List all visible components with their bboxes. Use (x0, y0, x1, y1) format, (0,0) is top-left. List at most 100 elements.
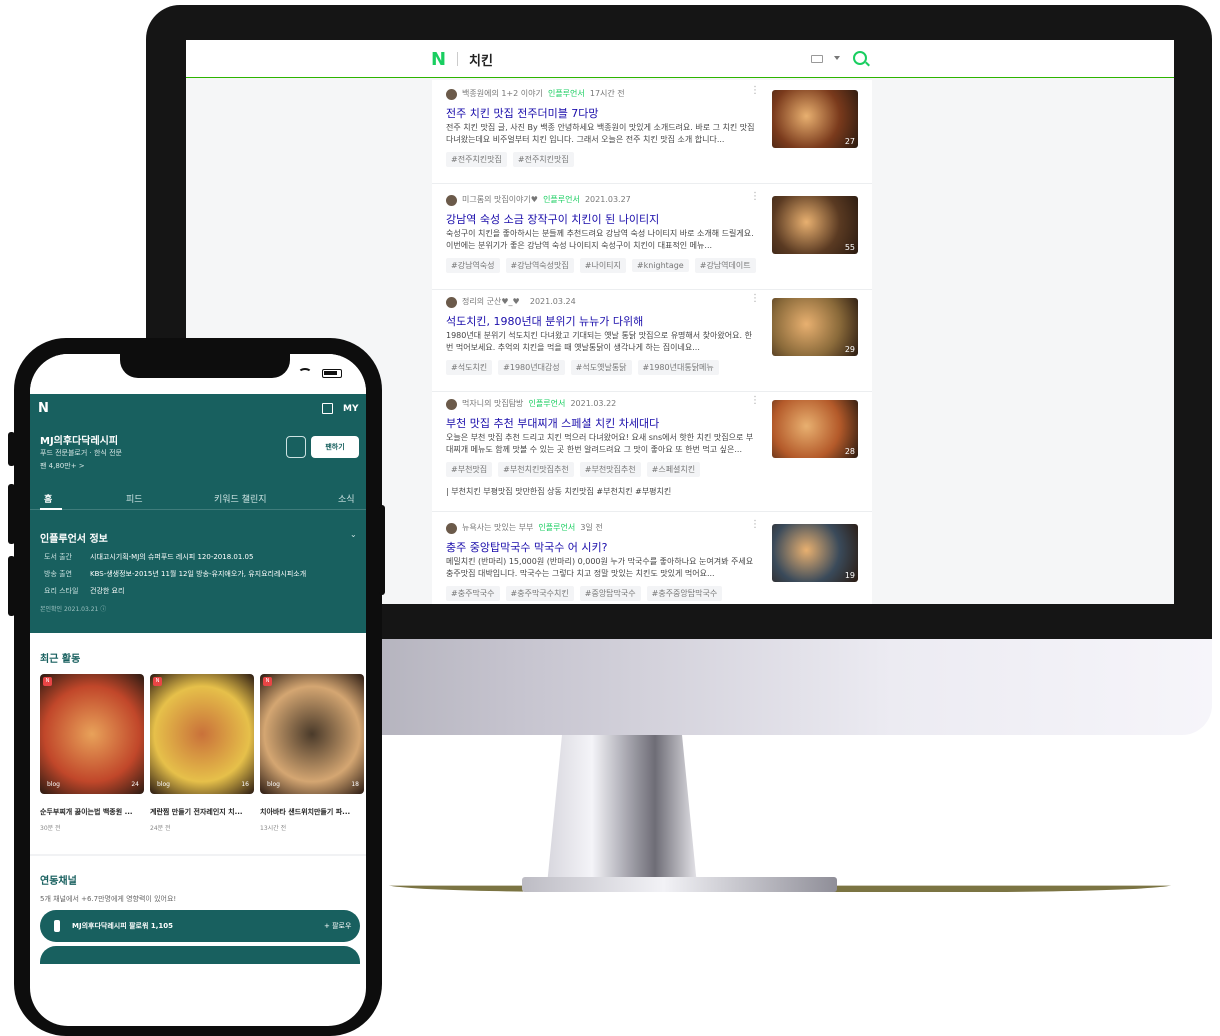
result-tag[interactable]: #강남역데이트 (694, 258, 756, 273)
search-icon[interactable] (853, 51, 867, 65)
author-avatar[interactable] (446, 523, 457, 534)
result-thumbnail[interactable]: 55 (772, 196, 858, 254)
activity-card[interactable]: N blog 16 계란찜 만들기 전자레인지 치... 24분 전 (150, 674, 254, 832)
result-tag[interactable]: #knightage (631, 259, 689, 272)
result-title[interactable]: 충주 중앙탑막국수 막국수 어 시키? (446, 539, 756, 555)
result-item[interactable]: 뉴욕사는 맛있는 부부 인플루언서 3일 전 ⋮ 충주 중앙탑막국수 막국수 어… (432, 514, 872, 604)
header-separator (457, 52, 458, 66)
new-badge: N (153, 677, 162, 686)
linked-channels-subtitle: 5개 채널에서 +6.7만명에게 영향력이 있어요! (40, 895, 177, 903)
result-tag[interactable]: #부천맛집추천 (579, 462, 641, 477)
result-tag[interactable]: #나이티지 (579, 258, 626, 273)
phone-side-button (8, 556, 15, 616)
result-tag[interactable]: #충주막국수 (446, 586, 500, 601)
result-meta: 먹자니의 맛집탐방 인플루언서 2021.03.22 (462, 398, 616, 409)
tab-keyword-challenge[interactable]: 키워드 챌린지 (214, 492, 267, 505)
author-name: 미그롬의 맛집이야기♥ (462, 195, 538, 204)
result-tags: #부천맛집 #부천치킨맛집추천 #부천맛집추천 #스페셜치킨 (446, 462, 706, 477)
photo-count: 24 (131, 781, 139, 788)
result-title[interactable]: 석도치킨, 1980년대 분위기 뉴뉴가 다위해 (446, 313, 756, 329)
info-row-book: 도서 출간 시대고시기획-MJ의 슈퍼푸드 레시피 120-2018.01.05 (44, 553, 254, 561)
post-time: 17시간 전 (589, 89, 625, 98)
channel-item[interactable] (40, 946, 360, 964)
photo-count: 27 (844, 137, 855, 146)
message-button[interactable] (286, 436, 306, 458)
chevron-down-icon[interactable]: ⌄ (350, 530, 357, 539)
linked-channels-title: 연동채널 (40, 876, 77, 887)
activity-caption[interactable]: 치아바타 샌드위치만들기 파... (260, 807, 364, 817)
follow-button[interactable]: 팬하기 (311, 436, 359, 458)
more-options-icon[interactable]: ⋮ (750, 395, 760, 406)
result-thumbnail[interactable]: 28 (772, 400, 858, 458)
result-tag[interactable]: #부천맛집 (446, 462, 493, 477)
activity-image[interactable]: N blog 18 (260, 674, 364, 794)
tab-news[interactable]: 소식 (338, 492, 355, 505)
result-title[interactable]: 전주 치킨 맛집 전주더미블 7다망 (446, 105, 756, 121)
author-name: 먹자니의 맛집탐방 (462, 399, 524, 408)
more-options-icon[interactable]: ⋮ (750, 191, 760, 202)
result-tag[interactable]: #석도치킨 (446, 360, 493, 375)
activity-caption[interactable]: 순두부찌개 끓이는법 백종원 ... (40, 807, 144, 817)
result-thumbnail[interactable]: 19 (772, 524, 858, 582)
result-item[interactable]: 백종원에의 1+2 이야기 인플루언서 17시간 전 ⋮ 전주 치킨 맛집 전주… (432, 80, 872, 184)
naver-logo[interactable]: N (38, 401, 49, 416)
share-icon[interactable] (322, 403, 333, 414)
activity-image[interactable]: N blog 24 (40, 674, 144, 794)
caret-down-icon[interactable] (834, 56, 840, 60)
result-tag[interactable]: #충주중앙탑막국수 (646, 586, 723, 601)
result-tag[interactable]: #강남역숙성 (446, 258, 500, 273)
result-tag[interactable]: #1980년대감성 (498, 360, 565, 375)
photo-count: 19 (844, 571, 855, 580)
battery-icon (322, 369, 342, 378)
result-tag[interactable]: #스페셜치킨 (646, 462, 701, 477)
result-tag[interactable]: #강남역숙성맛집 (505, 258, 574, 273)
result-tag[interactable]: #중앙탑막국수 (579, 586, 641, 601)
result-snippet: 1980년대 분위기 석도치킨 다녀왔고 기대되는 옛날 통닭 맛집으로 유명해… (446, 331, 752, 352)
more-options-icon[interactable]: ⋮ (750, 293, 760, 304)
naver-logo[interactable]: N (431, 49, 446, 70)
activity-time: 24분 전 (150, 825, 171, 832)
keyboard-icon[interactable] (811, 55, 823, 63)
activity-card[interactable]: N blog 18 치아바타 샌드위치만들기 파... 13시간 전 (260, 674, 364, 832)
my-link[interactable]: MY (343, 404, 358, 414)
profile-fans[interactable]: 팬 4,80만+ > (40, 461, 85, 471)
result-snippet: 숙성구이 치킨을 좋아하시는 분들께 추천드려요 강남역 숙성 나이티지 바로 … (446, 229, 754, 250)
search-input[interactable]: 치킨 (469, 50, 493, 69)
photo-count: 55 (844, 243, 855, 252)
search-header: N 치킨 (186, 40, 1174, 78)
tab-home[interactable]: 홈 (44, 492, 52, 505)
activity-caption[interactable]: 계란찜 만들기 전자레인지 치... (150, 807, 254, 817)
result-tag[interactable]: #부천치킨맛집추천 (498, 462, 574, 477)
channel-item[interactable]: MJ의후다닥레시피 팔로워 1,105 + 팔로우 (40, 910, 360, 942)
blog-icon (54, 920, 60, 932)
photo-count: 18 (351, 781, 359, 788)
result-tag[interactable]: #전주치킨맛집 (512, 152, 574, 167)
author-avatar[interactable] (446, 89, 457, 100)
more-options-icon[interactable]: ⋮ (750, 519, 760, 530)
result-tag[interactable]: #충주막국수치킨 (505, 586, 574, 601)
result-tag[interactable]: #전주치킨맛집 (446, 152, 507, 167)
source-label: blog (157, 781, 170, 788)
tab-feed[interactable]: 피드 (126, 492, 143, 505)
author-avatar[interactable] (446, 399, 457, 410)
activity-time: 13시간 전 (260, 825, 287, 832)
author-avatar[interactable] (446, 195, 457, 206)
result-tag[interactable]: #1980년대통닭메뉴 (637, 360, 719, 375)
result-title[interactable]: 부천 맛집 추천 부대찌개 스페셜 치킨 차세대다 (446, 415, 756, 431)
activity-card[interactable]: N blog 24 순두부찌개 끓이는법 백종원 ... 30분 전 (40, 674, 144, 832)
result-item[interactable]: 미그롬의 맛집이야기♥ 인플루언서 2021.03.27 ⋮ 강남역 숙성 소금… (432, 186, 872, 290)
monitor-stand-foot (522, 877, 837, 892)
result-thumbnail[interactable]: 27 (772, 90, 858, 148)
result-item[interactable]: 먹자니의 맛집탐방 인플루언서 2021.03.22 ⋮ 부천 맛집 추천 부대… (432, 390, 872, 512)
profile-tabs: 홈 피드 키워드 챌린지 소식 (30, 486, 366, 510)
activity-image[interactable]: N blog 16 (150, 674, 254, 794)
result-tag[interactable]: #석도옛날통닭 (570, 360, 632, 375)
more-options-icon[interactable]: ⋮ (750, 85, 760, 96)
result-item[interactable]: 정리의 군산♥_♥ 2021.03.24 ⋮ 석도치킨, 1980년대 분위기 … (432, 288, 872, 392)
author-avatar[interactable] (446, 297, 457, 308)
result-thumbnail[interactable]: 29 (772, 298, 858, 356)
channel-follow-button[interactable]: + 팔로우 (324, 921, 351, 931)
result-title[interactable]: 강남역 숙성 소금 장작구이 치킨이 된 나이티지 (446, 211, 756, 227)
result-meta: 정리의 군산♥_♥ 2021.03.24 (462, 296, 576, 307)
post-time: 3일 전 (580, 523, 603, 532)
